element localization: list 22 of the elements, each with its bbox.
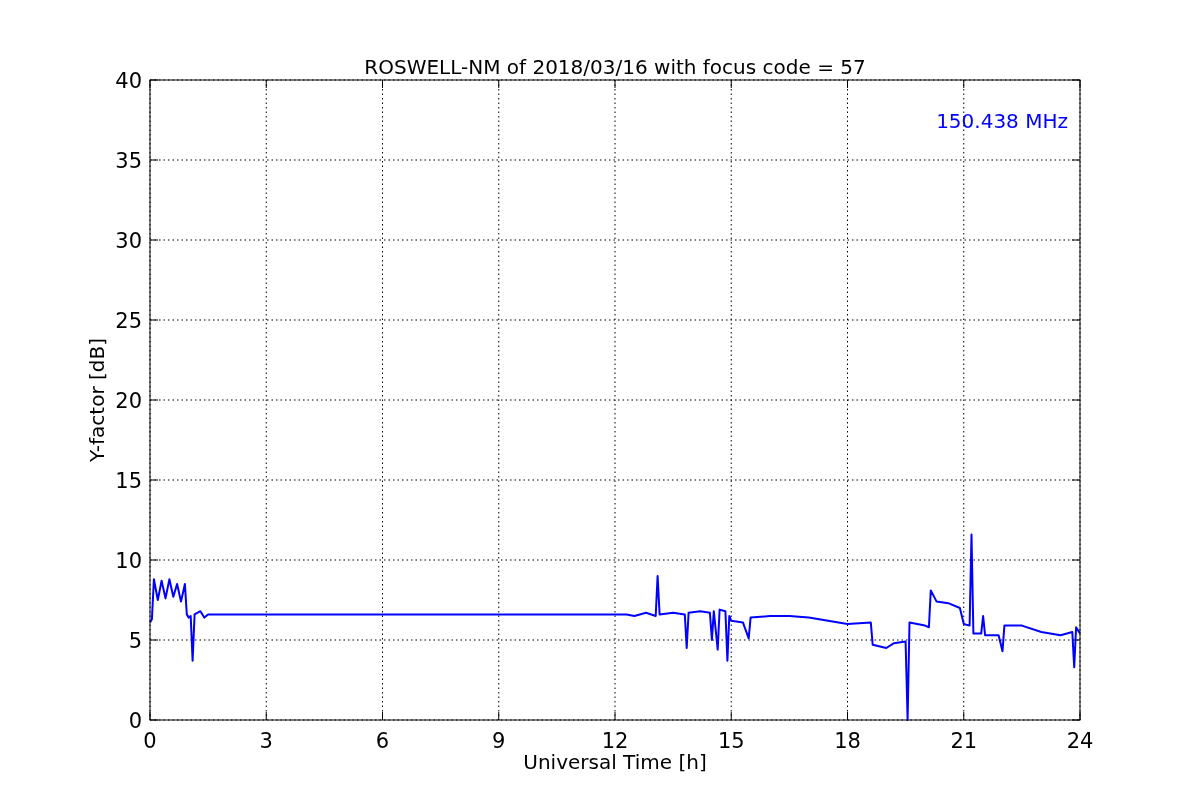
tick-label: 0: [143, 729, 157, 753]
tick-label: 15: [717, 729, 745, 753]
axis-label: Universal Time [h]: [523, 750, 707, 774]
tick-label: 5: [128, 629, 142, 653]
tick-label: 12: [601, 729, 629, 753]
tick-label: 24: [1066, 729, 1094, 753]
tick-label: 30: [115, 229, 142, 253]
tick-label: 25: [115, 309, 142, 333]
tick-label: 15: [115, 469, 142, 493]
tick-label: 3: [259, 729, 273, 753]
tick-label: 0: [128, 709, 142, 733]
tick-label: 21: [950, 729, 978, 753]
chart-title: ROSWELL-NM of 2018/03/16 with focus code = 57: [364, 55, 866, 79]
axis-label: Y-factor [dB]: [85, 338, 109, 462]
legend-label: 150.438 MHz: [936, 109, 1068, 133]
tick-label: 9: [492, 729, 506, 753]
tick-label: 6: [375, 729, 390, 753]
tick-label: 20: [115, 389, 142, 413]
tick-label: 18: [834, 729, 861, 753]
tick-label: 40: [115, 69, 142, 93]
tick-label: 10: [115, 549, 142, 573]
tick-label: 35: [115, 149, 142, 173]
